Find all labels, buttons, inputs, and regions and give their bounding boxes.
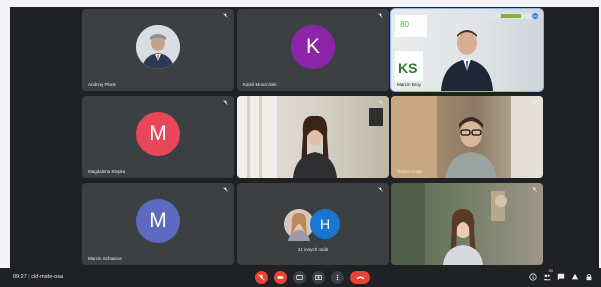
more-vert-icon <box>336 274 339 281</box>
present-icon <box>315 275 322 280</box>
meeting-code: ckf-msbr-osa <box>31 274 64 280</box>
mic-muted-icon <box>223 100 228 105</box>
participant-name: Kamil Moszcński <box>243 82 277 87</box>
participant-photo-avatar <box>136 24 180 69</box>
captions-icon <box>296 275 303 280</box>
participant-avatar: M <box>136 198 180 243</box>
others-group-tile[interactable]: H 41 innych osób <box>237 183 389 265</box>
mic-muted-icon <box>223 13 228 18</box>
participant-tile[interactable]: M Magdalena Klepka <box>82 96 234 178</box>
app-window: Andrzej Płonk K Kamil Moszcński 80 KS Ma… <box>0 0 601 287</box>
participant-tile[interactable]: M Marcin Schaeros <box>82 183 234 265</box>
participant-tile[interactable]: Daniel Chaja <box>391 96 543 178</box>
participant-video: 80 KS <box>391 9 543 91</box>
leave-call-button[interactable] <box>350 271 370 284</box>
meeting-details-button[interactable] <box>528 272 537 282</box>
people-count-badge: 50 <box>548 268 553 273</box>
participant-video <box>391 183 543 265</box>
meeting-control-bar: 09:27 | ckf-msbr-osa 50 <box>0 268 601 287</box>
speaking-indicator-icon <box>532 13 538 19</box>
participant-name: Daniel Chaja <box>397 169 423 174</box>
meeting-stage: Andrzej Płonk K Kamil Moszcński 80 KS Ma… <box>10 7 599 287</box>
participant-tile-active[interactable]: 80 KS Marcin Broy <box>390 8 544 92</box>
camera-toggle-button[interactable] <box>274 271 287 284</box>
participant-video <box>391 96 543 178</box>
chat-icon <box>557 273 564 281</box>
lock-icon <box>586 274 591 281</box>
others-count-label: 41 innych osób <box>297 247 329 252</box>
side-panel-controls: 50 <box>528 268 593 282</box>
participant-tile[interactable]: Andrzej Płonk <box>82 9 234 91</box>
mic-muted-icon <box>378 187 383 192</box>
activities-button[interactable] <box>570 272 579 282</box>
mic-muted-icon <box>378 13 383 18</box>
people-icon <box>542 274 551 281</box>
more-options-button[interactable] <box>331 271 344 284</box>
mic-toggle-button[interactable] <box>255 271 268 284</box>
participant-tile[interactable] <box>391 183 543 265</box>
present-button[interactable] <box>312 271 325 284</box>
ks-logo-text: KS <box>398 60 417 76</box>
participant-video <box>237 96 389 178</box>
mic-muted-icon <box>532 100 537 105</box>
mic-off-icon <box>258 274 265 281</box>
participant-avatar: M <box>136 111 180 156</box>
others-avatar-stack: H <box>283 207 343 241</box>
hang-up-icon <box>356 276 364 280</box>
info-icon <box>528 273 537 281</box>
meeting-info: 09:27 | ckf-msbr-osa <box>13 274 64 280</box>
others-avatar-initial: H <box>320 216 330 232</box>
participant-name: Magdalena Klepka <box>88 169 126 174</box>
chat-button[interactable] <box>556 272 565 282</box>
people-button[interactable]: 50 <box>542 268 553 282</box>
participant-avatar: K <box>291 24 335 69</box>
activities-icon <box>571 273 578 280</box>
participant-name: Marcin Schaeros <box>88 256 122 261</box>
participant-tile[interactable]: K Kamil Moszcński <box>237 9 389 91</box>
mic-muted-icon <box>532 187 537 192</box>
host-controls-button[interactable] <box>584 272 593 282</box>
call-controls <box>255 271 370 284</box>
participant-name: Andrzej Płonk <box>88 82 116 87</box>
slide-number-text: 80 <box>400 20 409 29</box>
mic-muted-icon <box>378 100 383 105</box>
mic-muted-icon <box>223 187 228 192</box>
participant-tile[interactable] <box>237 96 389 178</box>
clock-time: 09:27 <box>13 274 27 280</box>
captions-button[interactable] <box>293 271 306 284</box>
participant-name: Marcin Broy <box>397 82 422 87</box>
camera-off-icon <box>277 276 284 279</box>
